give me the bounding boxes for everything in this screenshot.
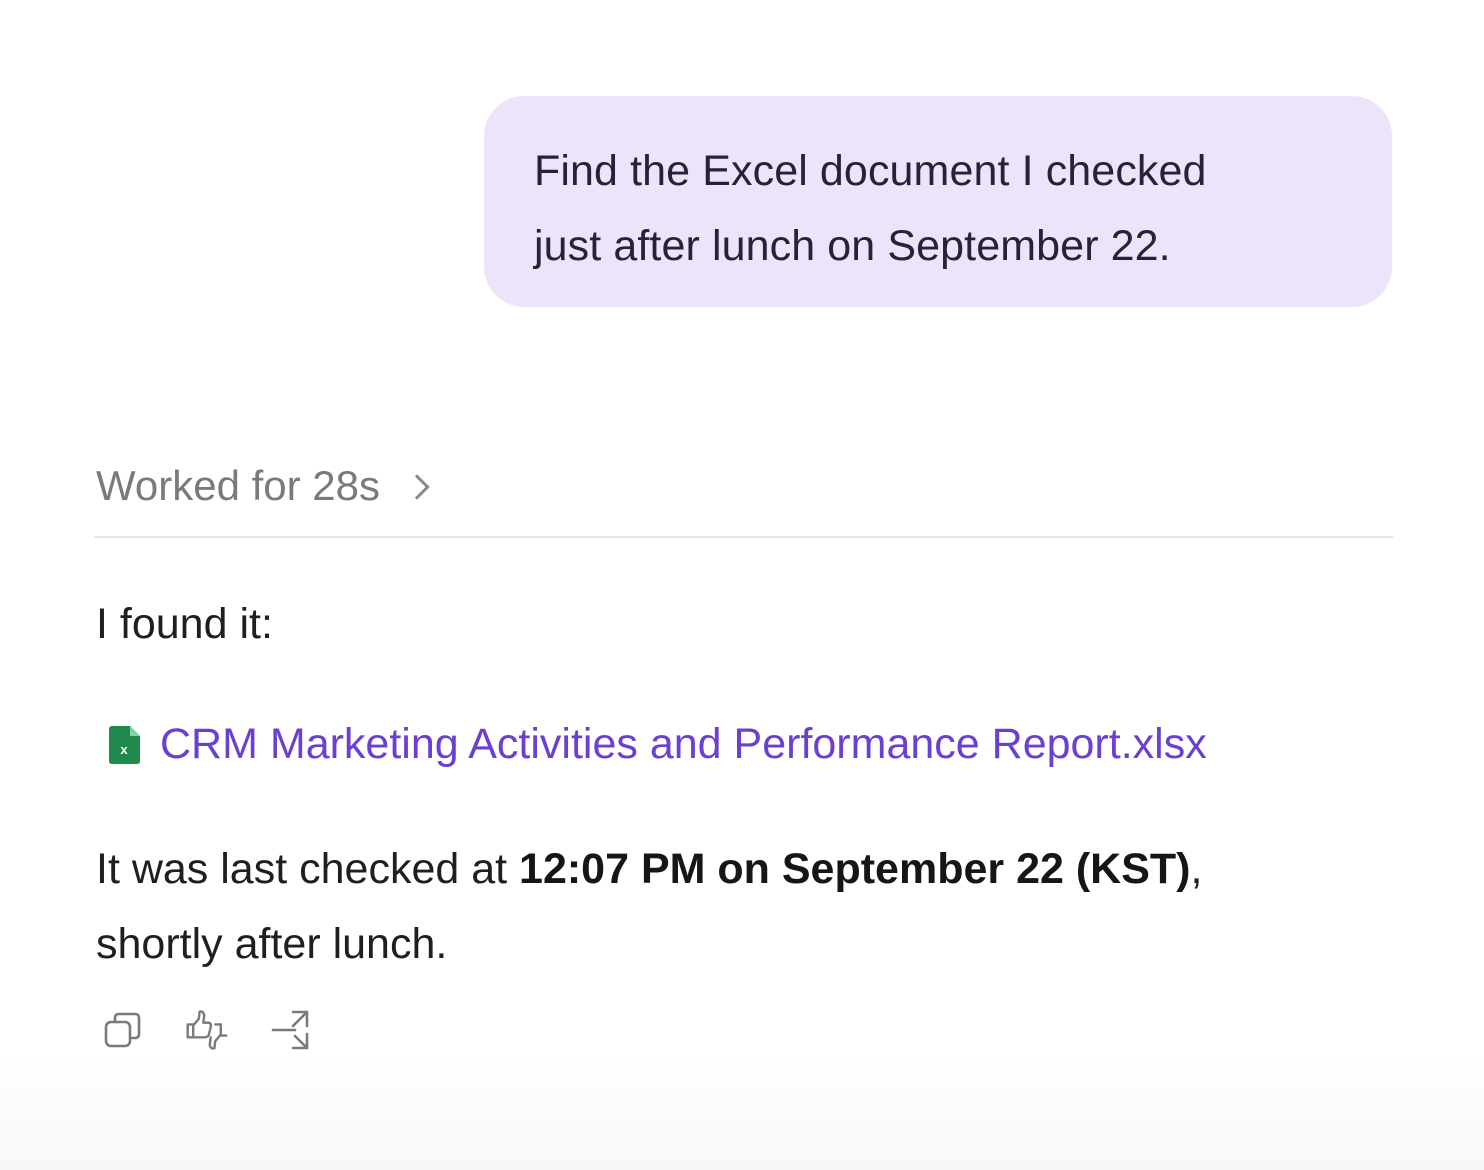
divider	[94, 536, 1393, 538]
answer-suffix: ,	[1190, 845, 1203, 893]
worked-for-label: Worked for 28s	[96, 462, 381, 509]
file-name-link[interactable]: CRM Marketing Activities and Performance…	[160, 720, 1207, 769]
share-button[interactable]	[268, 1006, 314, 1054]
reply-answer-line-2: shortly after lunch.	[96, 920, 448, 968]
reply-intro: I found it:	[96, 600, 273, 648]
message-actions	[100, 1006, 352, 1054]
reply-answer: It was last checked at 12:07 PM on Septe…	[96, 832, 1396, 982]
user-message-text: Find the Excel document I checked just a…	[534, 134, 1342, 284]
share-icon	[271, 1010, 309, 1050]
feedback-button[interactable]	[184, 1006, 230, 1054]
user-message-line-1: Find the Excel document I checked	[534, 147, 1207, 195]
chat-page: Find the Excel document I checked just a…	[0, 0, 1484, 1170]
bottom-fade	[0, 1050, 1484, 1170]
file-link[interactable]: x CRM Marketing Activities and Performan…	[106, 720, 1207, 769]
reply-answer-line-1: It was last checked at 12:07 PM on Septe…	[96, 832, 1396, 907]
thumbs-feedback-icon	[186, 1010, 228, 1050]
copy-button[interactable]	[100, 1006, 146, 1054]
copy-icon	[104, 1012, 141, 1048]
excel-file-icon: x	[109, 725, 140, 764]
svg-text:x: x	[120, 742, 128, 757]
worked-for-toggle[interactable]: Worked for 28s	[96, 462, 430, 510]
user-message-bubble: Find the Excel document I checked just a…	[484, 96, 1392, 307]
answer-bold-time: 12:07 PM on September 22 (KST)	[519, 845, 1191, 893]
user-message-line-2: just after lunch on September 22.	[534, 222, 1171, 270]
chevron-right-icon	[404, 474, 430, 500]
answer-prefix: It was last checked at	[96, 845, 520, 893]
